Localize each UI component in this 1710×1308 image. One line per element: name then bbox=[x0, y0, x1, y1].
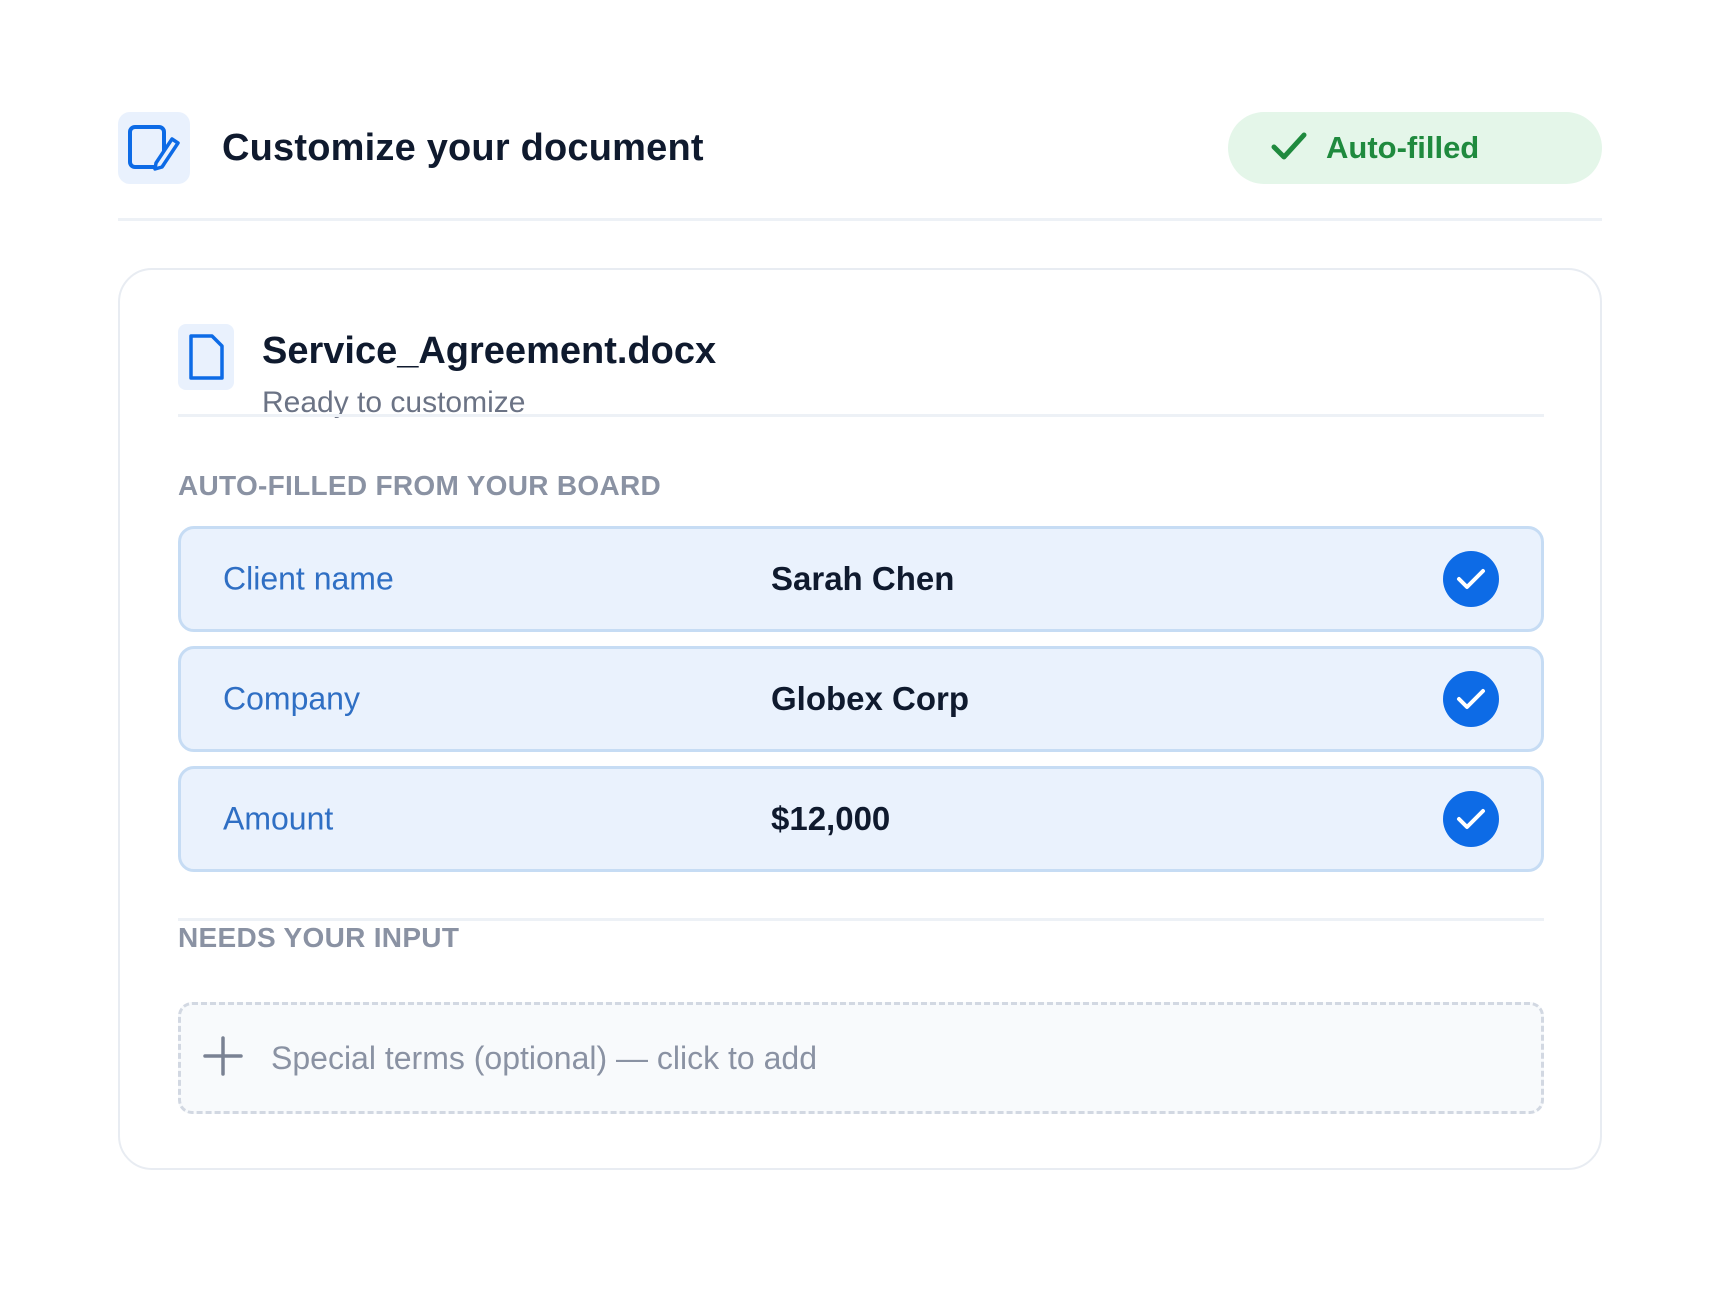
check-icon bbox=[1270, 130, 1308, 167]
field-value: Globex Corp bbox=[771, 680, 970, 717]
check-circle-icon bbox=[1443, 791, 1499, 847]
field-label: Company bbox=[223, 680, 360, 717]
badge-label: Auto-filled bbox=[1326, 130, 1480, 165]
field-label: Amount bbox=[223, 800, 334, 837]
auto-filled-section-label: AUTO-FILLED FROM YOUR BOARD bbox=[178, 470, 662, 501]
header: Customize your document Auto-filled bbox=[118, 112, 1602, 184]
divider bbox=[178, 414, 1544, 417]
field-label: Client name bbox=[223, 560, 394, 597]
check-circle-icon bbox=[1443, 671, 1499, 727]
field-value: Sarah Chen bbox=[771, 560, 955, 597]
page: Customize your document Auto-filled Serv… bbox=[0, 0, 1710, 1308]
plus-icon bbox=[201, 1034, 245, 1083]
divider bbox=[178, 918, 1544, 921]
file-row: Service_Agreement.docx Ready to customiz… bbox=[178, 324, 1544, 434]
file-icon bbox=[178, 324, 234, 390]
add-special-terms-label: Special terms (optional) — click to add bbox=[271, 1039, 817, 1076]
header-divider bbox=[118, 218, 1602, 221]
check-circle-icon bbox=[1443, 551, 1499, 607]
page-title: Customize your document bbox=[222, 126, 704, 169]
edit-document-icon bbox=[118, 112, 190, 184]
field-value: $12,000 bbox=[771, 800, 891, 837]
field-client-name[interactable]: Client name Sarah Chen bbox=[178, 526, 1544, 632]
needs-input-section-label: NEEDS YOUR INPUT bbox=[178, 922, 460, 953]
field-company[interactable]: Company Globex Corp bbox=[178, 646, 1544, 752]
field-amount[interactable]: Amount $12,000 bbox=[178, 766, 1544, 872]
document-card: Service_Agreement.docx Ready to customiz… bbox=[118, 268, 1602, 1170]
add-special-terms-button[interactable]: Special terms (optional) — click to add bbox=[178, 1002, 1544, 1114]
auto-filled-badge: Auto-filled bbox=[1228, 112, 1602, 184]
file-name: Service_Agreement.docx bbox=[262, 330, 717, 372]
